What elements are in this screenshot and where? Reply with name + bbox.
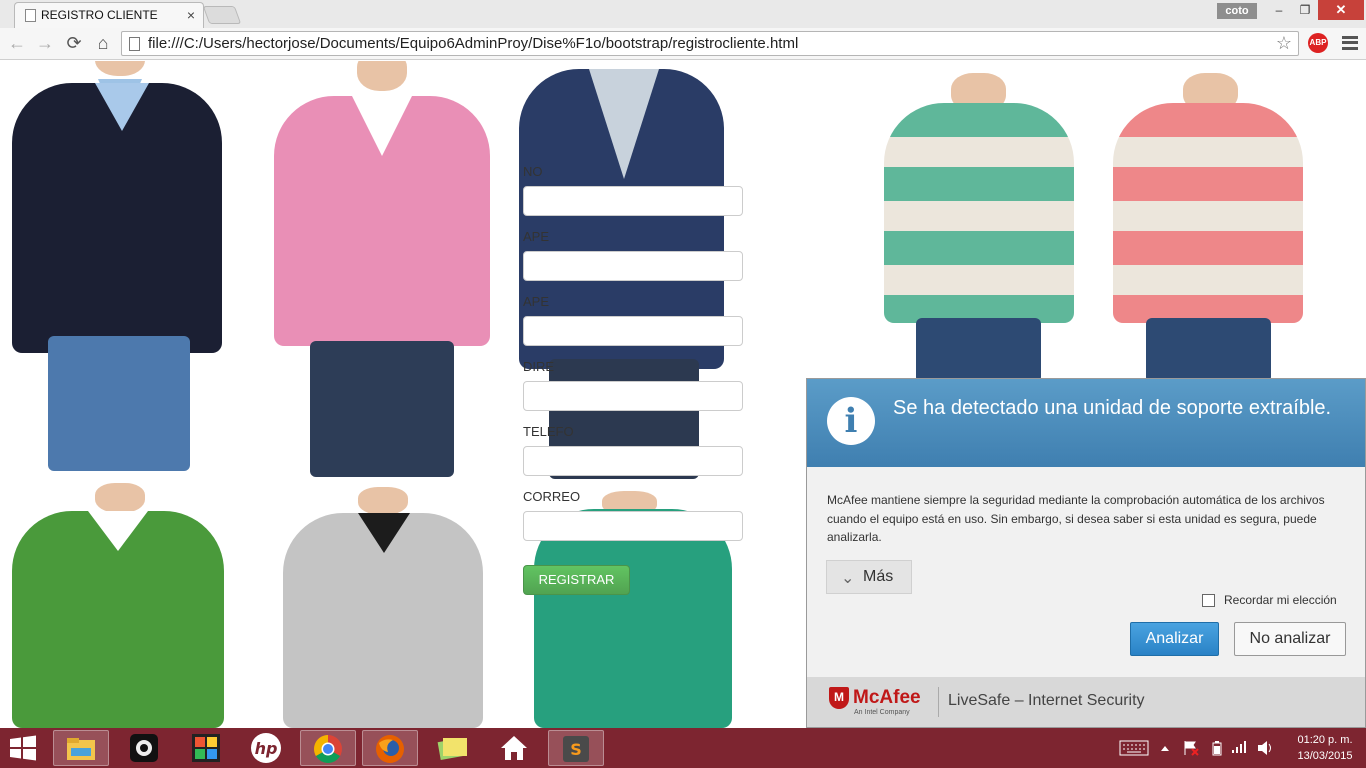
home-button[interactable]: ⌂	[92, 32, 114, 54]
show-hidden-icons-icon[interactable]	[1160, 744, 1170, 752]
page-icon	[129, 37, 140, 51]
clock-date: 13/03/2015	[1297, 750, 1353, 762]
tab-title: REGISTRO CLIENTE	[41, 8, 158, 22]
mcafee-title: Se ha detectado una unidad de soporte ex…	[893, 397, 1332, 419]
mcafee-logo: M McAfee	[829, 687, 921, 709]
apellido-materno-label: APE	[523, 294, 550, 309]
remember-checkbox[interactable]	[1202, 594, 1215, 607]
browser-tab[interactable]: REGISTRO CLIENTE ×	[14, 2, 204, 28]
reload-button[interactable]: ⟳	[63, 32, 85, 54]
product-photo-green-stripe-top	[876, 73, 1076, 383]
mcafee-message: McAfee mantiene siempre la seguridad med…	[827, 493, 1325, 544]
apellido-paterno-input[interactable]	[523, 251, 743, 281]
mcafee-subbrand: An Intel Company	[854, 709, 910, 716]
restore-button[interactable]: ❐	[1292, 0, 1318, 20]
hp-icon[interactable]: hp	[238, 730, 294, 766]
more-label: Más	[863, 568, 894, 585]
more-button[interactable]: ⌄ Más	[826, 560, 912, 594]
action-center-flag-icon[interactable]	[1183, 740, 1199, 756]
mcafee-footer: M McAfee An Intel Company LiveSafe – Int…	[807, 677, 1365, 727]
svg-text:hp: hp	[255, 739, 278, 758]
photos-app-icon[interactable]	[424, 730, 480, 766]
page-icon	[25, 9, 36, 22]
chevron-down-icon: ⌄	[841, 570, 855, 587]
network-signal-icon[interactable]	[1231, 740, 1247, 754]
media-app-icon[interactable]	[116, 730, 172, 766]
correo-input[interactable]	[523, 511, 743, 541]
correo-label: CORREO	[523, 489, 581, 504]
mcafee-notification: i Se ha detectado una unidad de soporte …	[806, 378, 1366, 728]
product-photo-green-sweater	[0, 483, 230, 728]
profile-badge[interactable]: coto	[1217, 3, 1257, 19]
browser-toolbar: ← → ⟳ ⌂ file:///C:/Users/hectorjose/Docu…	[0, 28, 1366, 60]
windows-taskbar: hp S 01:20 p. m. 13/03/2015	[0, 728, 1366, 768]
apellido-materno-input[interactable]	[523, 316, 743, 346]
registration-form: NO APE APE DIRE TELEFO CORREO REGISTRAR	[523, 61, 745, 621]
browser-tabstrip: REGISTRO CLIENTE × coto – ❐ ✕	[0, 0, 1366, 28]
tiles-app-icon[interactable]	[178, 730, 234, 766]
taskbar-clock[interactable]: 01:20 p. m. 13/03/2015	[1290, 732, 1360, 764]
forward-button[interactable]: →	[34, 32, 56, 54]
keyboard-icon[interactable]	[1119, 740, 1149, 756]
product-photo-pink-stripe-top	[1108, 73, 1308, 383]
product-photo-navy-sweater	[0, 61, 230, 471]
window-close-button[interactable]: ✕	[1318, 0, 1364, 20]
apellido-paterno-label: APE	[523, 229, 550, 244]
windows-start-icon[interactable]	[8, 734, 38, 762]
minimize-button[interactable]: –	[1266, 0, 1292, 20]
url-text: file:///C:/Users/hectorjose/Documents/Eq…	[148, 35, 799, 52]
nombre-label: NO	[523, 164, 543, 179]
product-photo-grey-sweater	[278, 487, 488, 728]
mcafee-product-name: LiveSafe – Internet Security	[948, 692, 1145, 709]
file-explorer-icon[interactable]	[53, 730, 109, 766]
telefono-label: TELEFO	[523, 424, 574, 439]
remember-label[interactable]: Recordar mi elección	[1224, 593, 1337, 607]
svg-text:S: S	[570, 740, 582, 759]
no-analyze-button[interactable]: No analizar	[1234, 622, 1346, 656]
info-icon: i	[827, 397, 875, 445]
back-button[interactable]: ←	[6, 32, 28, 54]
bookmark-star-icon[interactable]: ☆	[1276, 33, 1292, 54]
firefox-icon[interactable]	[362, 730, 418, 766]
volume-icon[interactable]	[1257, 740, 1273, 756]
clock-time: 01:20 p. m.	[1297, 734, 1353, 746]
mcafee-brand: McAfee	[853, 687, 921, 708]
sublime-text-icon[interactable]: S	[548, 730, 604, 766]
registrar-button[interactable]: REGISTRAR	[523, 565, 630, 595]
nombre-input[interactable]	[523, 186, 743, 216]
address-bar[interactable]: file:///C:/Users/hectorjose/Documents/Eq…	[121, 31, 1299, 56]
new-tab-button[interactable]	[202, 6, 242, 24]
direccion-label: DIRE	[523, 359, 555, 374]
product-photo-pink-sweater	[262, 61, 502, 481]
mcafee-shield-icon: M	[829, 687, 849, 709]
chrome-icon[interactable]	[300, 730, 356, 766]
footer-divider	[938, 687, 939, 717]
analyze-button[interactable]: Analizar	[1130, 622, 1219, 656]
home-app-icon[interactable]	[486, 730, 542, 766]
tab-close-icon[interactable]: ×	[187, 7, 195, 23]
direccion-input[interactable]	[523, 381, 743, 411]
adblock-icon[interactable]: ABP	[1308, 33, 1328, 53]
chrome-menu-icon[interactable]	[1342, 36, 1358, 50]
battery-icon[interactable]	[1212, 740, 1222, 756]
mcafee-header: i Se ha detectado una unidad de soporte …	[807, 379, 1365, 467]
telefono-input[interactable]	[523, 446, 743, 476]
